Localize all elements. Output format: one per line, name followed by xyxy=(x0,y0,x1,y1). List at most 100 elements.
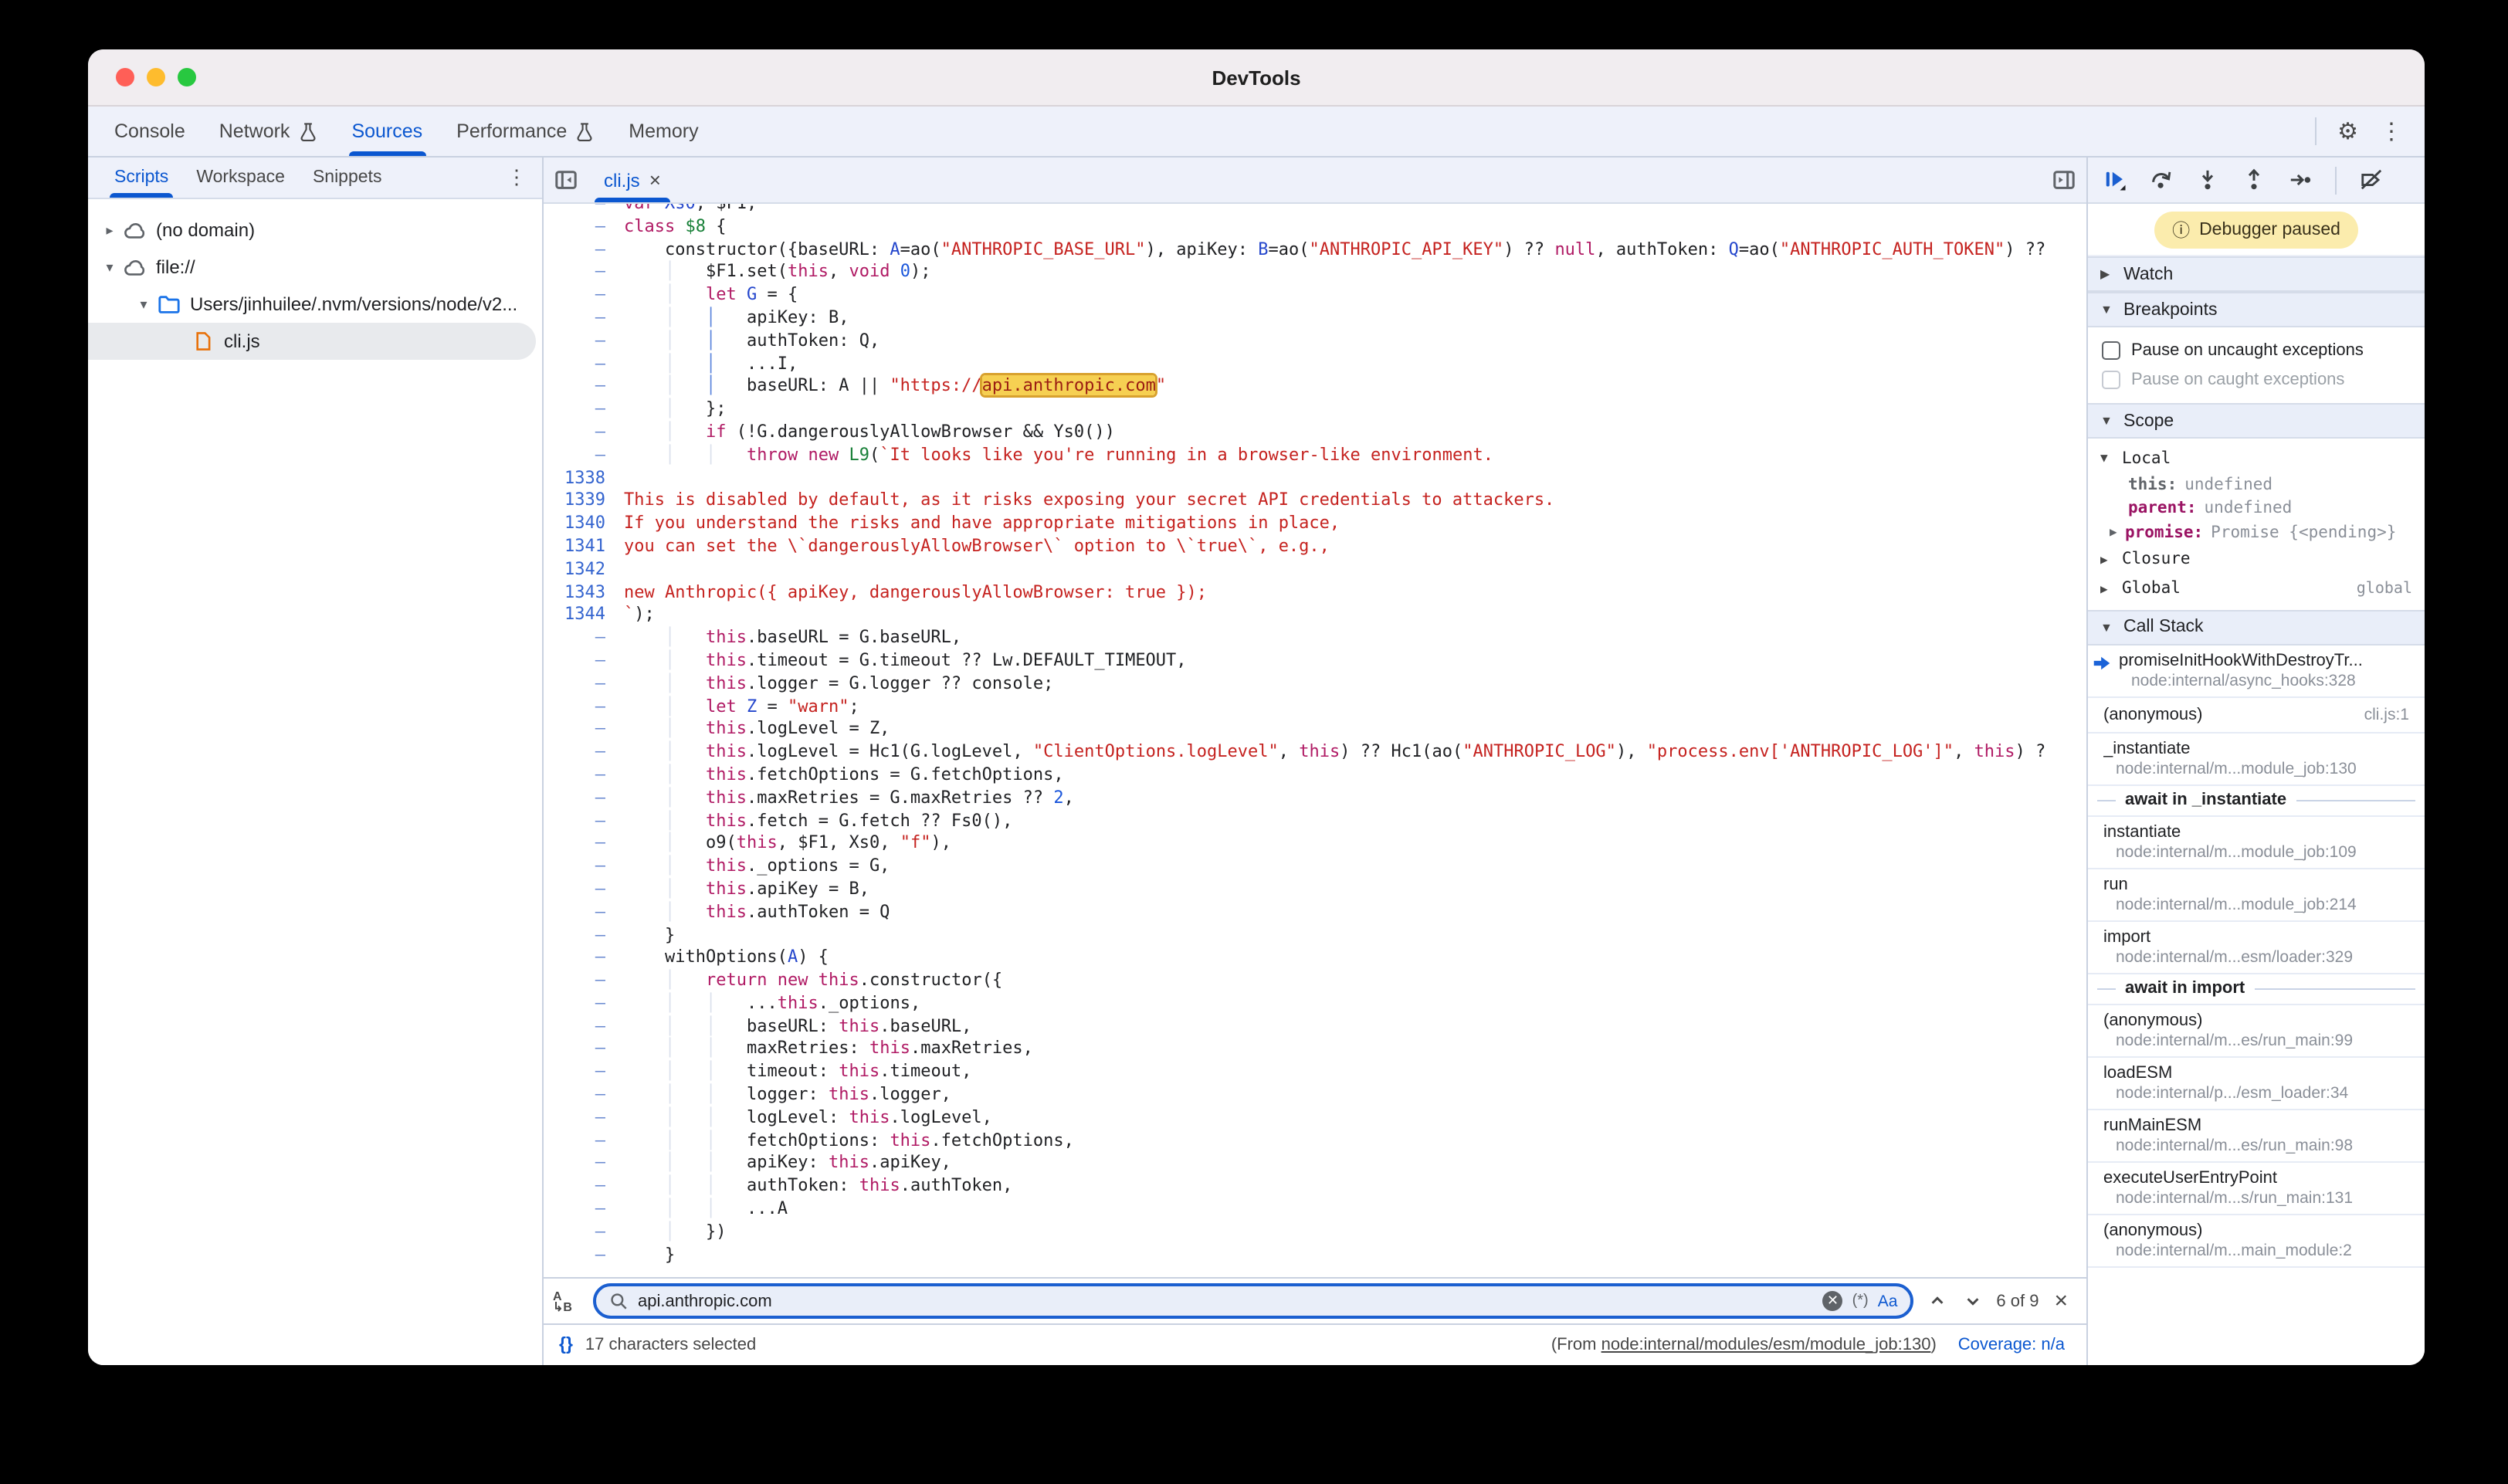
section-scope[interactable]: ▼ Scope xyxy=(2088,403,2425,439)
navigator-more-icon[interactable]: ⋮ xyxy=(491,158,542,198)
line-gutter[interactable]: – xyxy=(544,993,624,1016)
navigator-tab-workspace[interactable]: Workspace xyxy=(182,158,299,198)
coverage-link[interactable]: Coverage: n/a xyxy=(1958,1336,2065,1354)
navigator-tab-scripts[interactable]: Scripts xyxy=(100,158,182,198)
panel-tab-sources[interactable]: Sources xyxy=(334,107,439,156)
line-gutter[interactable]: – xyxy=(544,901,624,924)
minimize-window-button[interactable] xyxy=(147,68,165,86)
line-gutter[interactable]: – xyxy=(544,1107,624,1130)
checkbox[interactable] xyxy=(2102,341,2120,359)
navigator-tab-snippets[interactable]: Snippets xyxy=(299,158,396,198)
line-gutter[interactable]: – xyxy=(544,673,624,696)
tree-expand-icon[interactable]: ▾ xyxy=(100,259,119,276)
call-stack-frame[interactable]: loadESMnode:internal/p.../esm_loader:34 xyxy=(2088,1057,2425,1110)
line-gutter[interactable]: 1344 xyxy=(544,605,624,628)
scope-group-global[interactable]: ▶Globalglobal xyxy=(2088,574,2425,603)
tree-expand-icon[interactable]: ▾ xyxy=(134,296,153,313)
line-gutter[interactable]: – xyxy=(544,1244,624,1267)
line-gutter[interactable]: – xyxy=(544,1153,624,1176)
section-call-stack[interactable]: ▼ Call Stack xyxy=(2088,609,2425,645)
line-gutter[interactable]: – xyxy=(544,810,624,833)
line-gutter[interactable]: – xyxy=(544,719,624,742)
deactivate-breakpoints-icon[interactable] xyxy=(2360,168,2383,191)
step-over-icon[interactable] xyxy=(2150,168,2173,191)
panel-tab-memory[interactable]: Memory xyxy=(612,107,715,156)
line-gutter[interactable]: – xyxy=(544,696,624,719)
line-gutter[interactable]: – xyxy=(544,1130,624,1153)
line-gutter[interactable]: – xyxy=(544,262,624,285)
previous-match-icon[interactable] xyxy=(1925,1293,1948,1310)
settings-gear-icon[interactable]: ⚙ xyxy=(2337,117,2358,145)
search-ab-mode-icon[interactable]: A↳B xyxy=(553,1290,581,1312)
scope-variable-parent[interactable]: parent:undefined xyxy=(2088,496,2425,520)
line-gutter[interactable]: – xyxy=(544,445,624,468)
line-gutter[interactable]: – xyxy=(544,856,624,879)
line-gutter[interactable]: – xyxy=(544,924,624,947)
close-tab-icon[interactable]: × xyxy=(649,168,661,191)
scope-group-local[interactable]: ▼Local xyxy=(2088,443,2425,473)
call-stack-frame[interactable]: promiseInitHookWithDestroyTr...node:inte… xyxy=(2088,645,2425,697)
line-gutter[interactable]: 1338 xyxy=(544,467,624,490)
regex-toggle[interactable]: (*) xyxy=(1852,1293,1869,1310)
line-gutter[interactable]: – xyxy=(544,353,624,376)
tree-item-file-[interactable]: ▾file:// xyxy=(88,249,542,286)
line-gutter[interactable]: – xyxy=(544,1198,624,1221)
call-stack-frame[interactable]: runnode:internal/m...module_job:214 xyxy=(2088,869,2425,921)
line-gutter[interactable]: – xyxy=(544,398,624,422)
section-breakpoints[interactable]: ▼ Breakpoints xyxy=(2088,292,2425,327)
panel-tab-performance[interactable]: Performance xyxy=(439,107,612,156)
panel-tab-console[interactable]: Console xyxy=(97,107,202,156)
call-stack-frame[interactable]: (anonymous)cli.js:1 xyxy=(2088,697,2425,733)
line-gutter[interactable]: – xyxy=(544,970,624,993)
line-gutter[interactable]: – xyxy=(544,1038,624,1062)
call-stack-frame[interactable]: importnode:internal/m...esm/loader:329 xyxy=(2088,921,2425,974)
line-gutter[interactable]: – xyxy=(544,627,624,650)
scope-variable-promise[interactable]: ▶promise:Promise {<pending>} xyxy=(2088,520,2425,544)
breakpoint-option[interactable]: Pause on uncaught exceptions xyxy=(2088,335,2425,364)
step-into-icon[interactable] xyxy=(2196,168,2219,191)
line-gutter[interactable]: – xyxy=(544,764,624,788)
scope-variable-this[interactable]: this:undefined xyxy=(2088,473,2425,496)
editor-tab-clijs[interactable]: cli.js × xyxy=(588,158,676,202)
close-search-icon[interactable]: × xyxy=(2051,1288,2071,1314)
line-gutter[interactable]: – xyxy=(544,330,624,354)
panel-tab-network[interactable]: Network xyxy=(202,107,335,156)
toggle-navigator-icon[interactable] xyxy=(544,168,588,191)
tree-expand-icon[interactable]: ▸ xyxy=(100,222,119,239)
tree-item--no-domain-[interactable]: ▸(no domain) xyxy=(88,212,542,249)
line-gutter[interactable]: – xyxy=(544,879,624,902)
toggle-debugger-sidebar-icon[interactable] xyxy=(2042,168,2086,191)
line-gutter[interactable]: – xyxy=(544,833,624,856)
line-gutter[interactable]: – xyxy=(544,787,624,810)
line-gutter[interactable]: – xyxy=(544,1084,624,1107)
pretty-print-icon[interactable]: {} xyxy=(559,1336,573,1354)
call-stack-frame[interactable]: instantiatenode:internal/m...module_job:… xyxy=(2088,816,2425,869)
zoom-window-button[interactable] xyxy=(178,68,196,86)
tree-item-users-jinhuilee-nvm-versions-node-v2-[interactable]: ▾Users/jinhuilee/.nvm/versions/node/v2..… xyxy=(88,286,542,323)
clear-search-icon[interactable]: ✕ xyxy=(1823,1291,1843,1311)
line-gutter[interactable]: – xyxy=(544,1221,624,1245)
line-gutter[interactable]: – xyxy=(544,650,624,673)
call-stack-frame[interactable]: executeUserEntryPointnode:internal/m...s… xyxy=(2088,1162,2425,1215)
line-gutter[interactable]: 1343 xyxy=(544,581,624,605)
match-case-toggle[interactable]: Aa xyxy=(1878,1292,1898,1310)
call-stack-frame[interactable]: (anonymous)node:internal/m...es/run_main… xyxy=(2088,1005,2425,1057)
line-gutter[interactable]: – xyxy=(544,204,624,216)
call-stack-frame[interactable]: (anonymous)node:internal/m...main_module… xyxy=(2088,1215,2425,1267)
line-gutter[interactable]: – xyxy=(544,422,624,445)
line-gutter[interactable]: – xyxy=(544,307,624,330)
line-gutter[interactable]: – xyxy=(544,376,624,399)
line-gutter[interactable]: 1341 xyxy=(544,536,624,559)
line-gutter[interactable]: – xyxy=(544,284,624,307)
line-gutter[interactable]: 1339 xyxy=(544,490,624,513)
call-stack-frame[interactable]: runMainESMnode:internal/m...es/run_main:… xyxy=(2088,1110,2425,1162)
breakpoint-option[interactable]: Pause on caught exceptions xyxy=(2088,364,2425,394)
tree-item-cli-js[interactable]: cli.js xyxy=(88,323,536,360)
call-stack-frame[interactable]: _instantiatenode:internal/m...module_job… xyxy=(2088,733,2425,785)
source-code-viewer[interactable]: –var Xs0, $F1;–class $8 {– constructor({… xyxy=(544,204,2086,1277)
scope-group-closure[interactable]: ▶Closure xyxy=(2088,544,2425,574)
from-module-link[interactable]: node:internal/modules/esm/module_job:130 xyxy=(1601,1336,1931,1354)
resume-script-icon[interactable] xyxy=(2103,168,2127,191)
line-gutter[interactable]: – xyxy=(544,1176,624,1199)
line-gutter[interactable]: 1340 xyxy=(544,513,624,536)
